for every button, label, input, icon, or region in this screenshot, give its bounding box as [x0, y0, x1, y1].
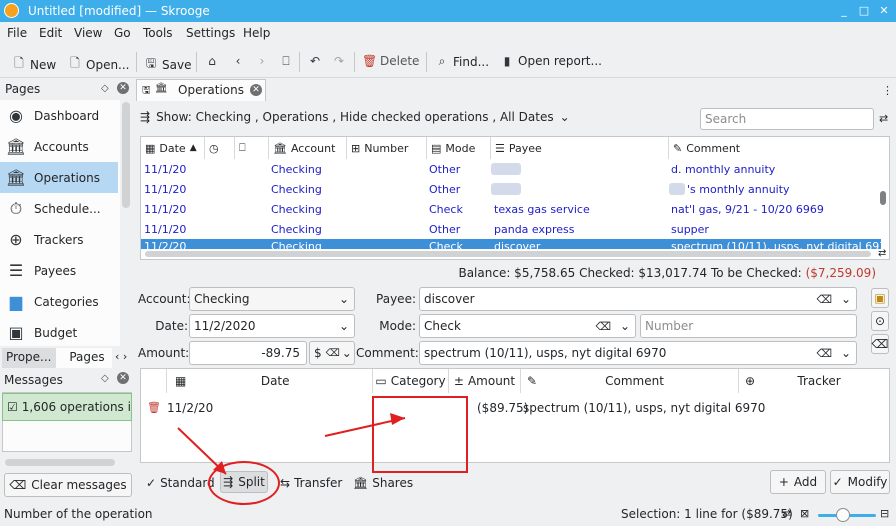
annotation-arrows: [177, 413, 406, 475]
